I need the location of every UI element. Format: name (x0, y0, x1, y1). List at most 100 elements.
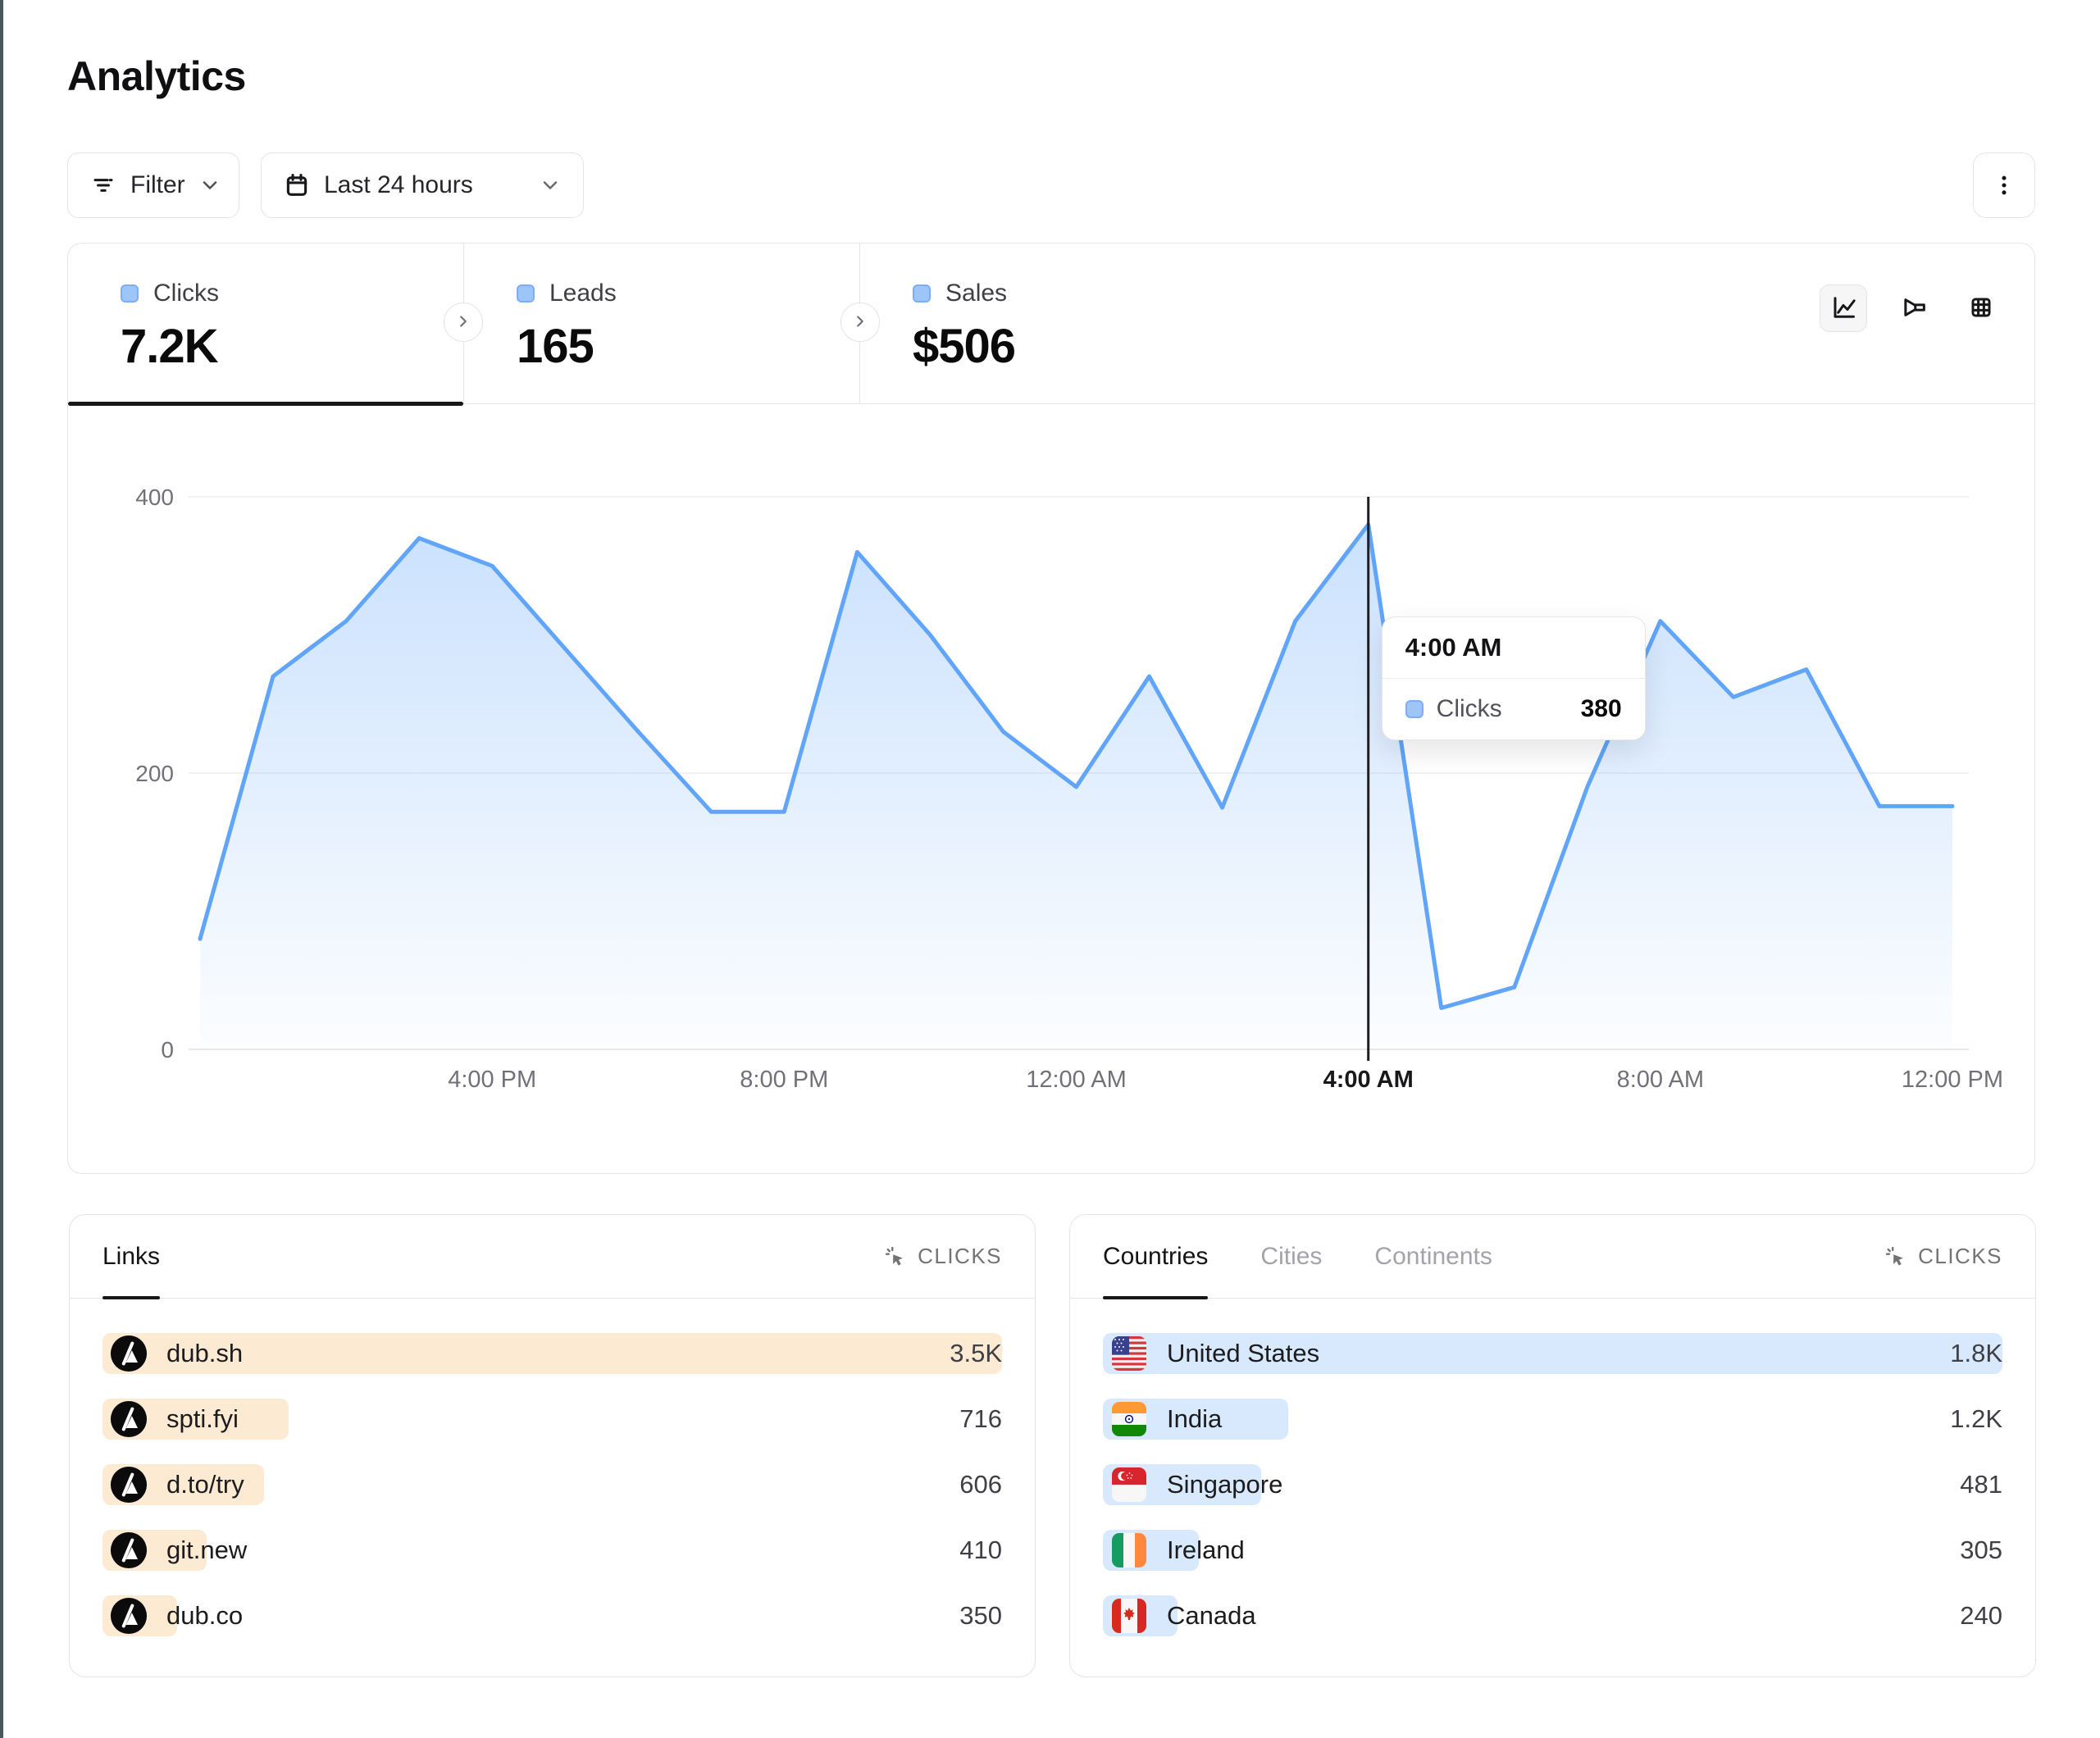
flag-sg-icon (1109, 1465, 1149, 1504)
row-label: India (1167, 1404, 1222, 1434)
list-item[interactable]: git.new 410 (102, 1530, 1002, 1571)
list-item[interactable]: dub.co350 (102, 1595, 1002, 1636)
row-value: 305 (1960, 1536, 2002, 1565)
more-options-button[interactable] (1973, 152, 2035, 218)
row-label: dub.sh (166, 1339, 243, 1368)
row-value: 716 (959, 1404, 1002, 1434)
row-value: 240 (1960, 1601, 2002, 1631)
countries-list: United States 1.8K India 1.2K Singapore481 Ir… (1070, 1299, 2035, 1636)
analytics-page: Analytics Filter Last 24 hours Clicks 7.2… (0, 0, 2100, 1738)
list-item[interactable]: United States 1.8K (1103, 1333, 2002, 1374)
x-axis-tick-label: 4:00 PM (448, 1067, 536, 1093)
tab-countries[interactable]: Countries (1103, 1215, 1208, 1298)
stat-tab-leads[interactable]: Leads 165 (464, 243, 860, 403)
area-chart: 0 200 400 4:00 PM 8:00 PM 12:00 AM 4:00 AM 8:00… (68, 404, 2036, 1175)
stat-value: 7.2K (121, 319, 463, 374)
row-value: 350 (959, 1601, 1002, 1631)
stat-tab-sales[interactable]: Sales$506 (860, 243, 1270, 403)
tab-links[interactable]: Links (102, 1215, 160, 1298)
series-marker-icon (121, 284, 139, 303)
tab-cities[interactable]: Cities (1260, 1215, 1322, 1298)
chevron-down-icon (198, 174, 221, 197)
view-toggle-funnel-icon[interactable] (1888, 284, 1936, 332)
row-label: Canada (1167, 1601, 1256, 1631)
row-value: 410 (959, 1536, 1002, 1565)
y-axis-tick-label: 200 (135, 761, 174, 786)
flag-us-icon (1109, 1334, 1149, 1373)
countries-metric: CLICKS (1884, 1215, 2002, 1298)
row-value: 1.8K (1950, 1339, 2002, 1368)
kebab-icon (1991, 172, 2017, 198)
tooltip-value: 380 (1581, 695, 1622, 723)
tooltip-series-label: Clicks (1437, 695, 1502, 723)
expand-leads-button[interactable] (444, 303, 483, 342)
page-title: Analytics (67, 52, 246, 100)
y-axis-tick-label: 400 (135, 485, 174, 510)
filter-icon (89, 171, 117, 199)
dub-logo-icon (109, 1531, 148, 1570)
cursor-click-icon (1884, 1244, 1908, 1269)
row-value: 481 (1960, 1470, 2002, 1499)
tab-continents[interactable]: Continents (1374, 1215, 1492, 1298)
clicks-time-series-chart[interactable]: 0 200 400 4:00 PM 8:00 PM 12:00 AM 4:00 AM 8:00… (68, 404, 2036, 1175)
date-range-button[interactable]: Last 24 hours (261, 152, 584, 218)
dub-logo-icon (109, 1334, 148, 1373)
analytics-card: Clicks 7.2K Leads 165Sales$506 0 200 400 4:00 … (67, 243, 2035, 1174)
tooltip-time: 4:00 AM (1383, 617, 1645, 679)
stat-value: 165 (517, 319, 859, 374)
row-label: spti.fyi (166, 1404, 239, 1434)
stat-label: Leads (549, 280, 617, 307)
x-axis-tick-label: 8:00 PM (740, 1067, 828, 1093)
chart-view-toggles (1820, 284, 2005, 332)
list-item[interactable]: Canada 240 (1103, 1595, 2002, 1636)
chevron-down-icon (539, 174, 562, 197)
series-marker-icon (913, 284, 931, 303)
countries-panel-header: Countries Cities Continents CLICKS (1070, 1215, 2035, 1299)
stat-label: Clicks (153, 280, 219, 307)
stat-label: Sales (945, 280, 1007, 307)
flag-ca-icon (1109, 1596, 1149, 1636)
filter-label: Filter (130, 171, 185, 199)
row-label: d.to/try (166, 1470, 244, 1499)
links-panel-header: Links CLICKS (70, 1215, 1035, 1299)
row-label: git.new (166, 1536, 247, 1565)
view-toggle-table-icon[interactable] (1957, 284, 2005, 332)
expand-sales-button[interactable] (840, 303, 880, 342)
series-marker-icon (517, 284, 535, 303)
links-metric: CLICKS (883, 1215, 1002, 1298)
date-range-label: Last 24 hours (324, 171, 473, 199)
filter-button[interactable]: Filter (67, 152, 239, 218)
list-item[interactable]: India 1.2K (1103, 1399, 2002, 1440)
links-list: dub.sh 3.5K spti.fyi 716 d.to/try 606 git.new 4… (70, 1299, 1035, 1636)
list-item[interactable]: Singapore481 (1103, 1464, 2002, 1505)
row-value: 3.5K (950, 1339, 1002, 1368)
table-icon (1965, 291, 1998, 326)
x-axis-tick-label: 12:00 PM (1902, 1067, 2003, 1093)
chevron-right-icon (454, 312, 472, 333)
countries-metric-label: CLICKS (1918, 1244, 2002, 1269)
list-item[interactable]: d.to/try 606 (102, 1464, 1002, 1505)
list-item[interactable]: spti.fyi 716 (102, 1399, 1002, 1440)
dub-logo-icon (109, 1465, 148, 1504)
clicks-series-marker (1405, 700, 1424, 718)
stat-tab-clicks[interactable]: Clicks 7.2K (68, 243, 464, 403)
chevron-right-icon (851, 312, 869, 333)
row-value: 606 (959, 1470, 1002, 1499)
links-panel-tabs: Links (102, 1215, 160, 1298)
countries-panel-tabs: Countries Cities Continents (1103, 1215, 1492, 1298)
x-axis-tick-label: 8:00 AM (1617, 1067, 1704, 1093)
chart-tooltip: 4:00 AM Clicks 380 (1382, 616, 1646, 740)
links-panel: Links CLICKS dub.sh 3.5K spti.fyi 716 d.to/t… (69, 1214, 1036, 1677)
list-item[interactable]: Ireland305 (1103, 1530, 2002, 1571)
x-axis-tick-label: 12:00 AM (1026, 1067, 1127, 1093)
dub-logo-icon (109, 1596, 148, 1636)
row-label: United States (1167, 1339, 1319, 1368)
countries-panel: Countries Cities Continents CLICKS United … (1069, 1214, 2036, 1677)
dub-logo-icon (109, 1399, 148, 1439)
line-chart-icon (1827, 291, 1860, 326)
cursor-click-icon (883, 1244, 908, 1269)
list-item[interactable]: dub.sh 3.5K (102, 1333, 1002, 1374)
row-value: 1.2K (1950, 1404, 2002, 1434)
view-toggle-line-chart-icon[interactable] (1820, 284, 1867, 332)
y-axis-tick-label: 0 (161, 1037, 174, 1062)
